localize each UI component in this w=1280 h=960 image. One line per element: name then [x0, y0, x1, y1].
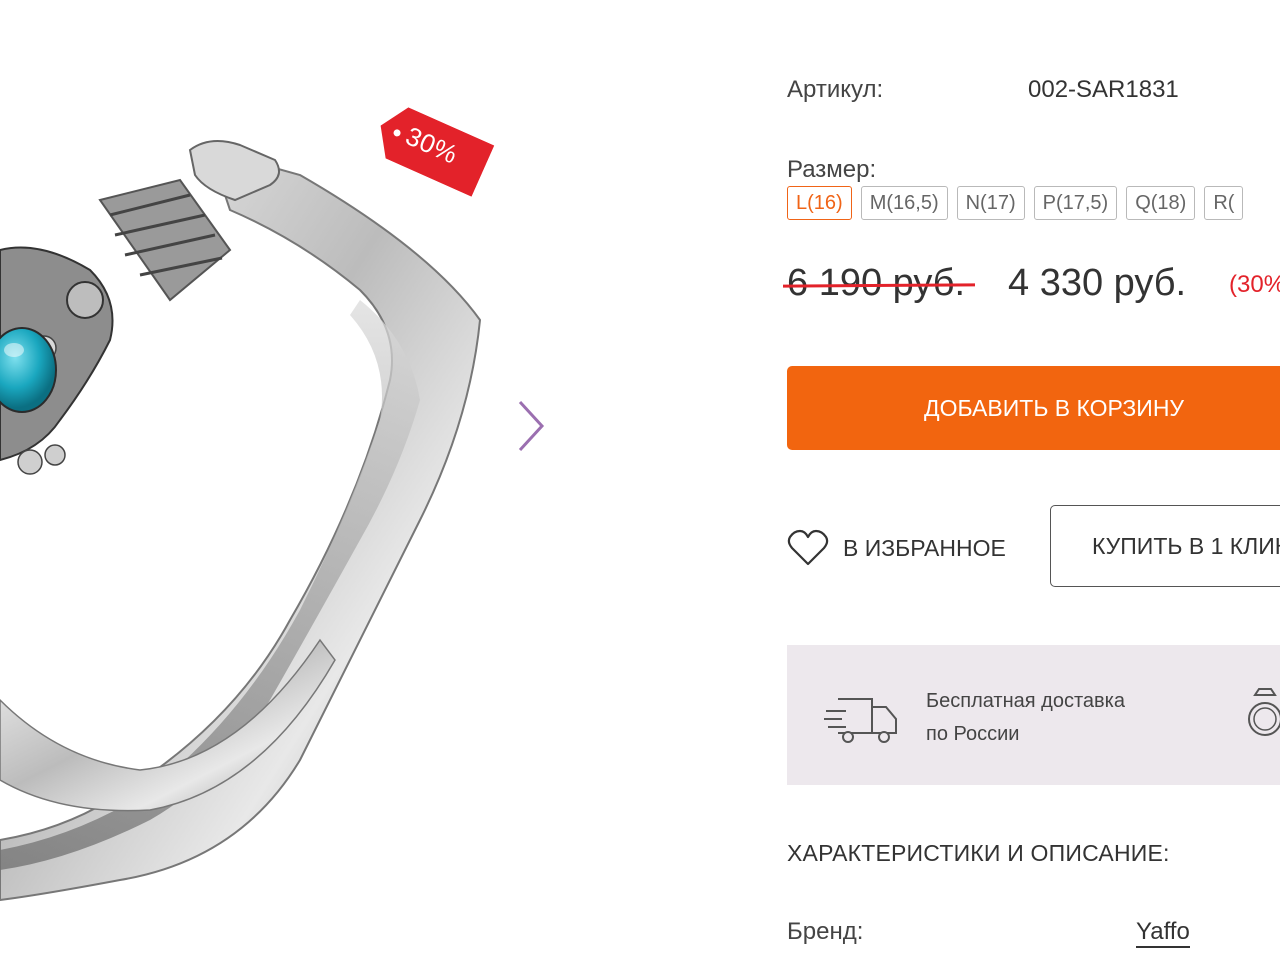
size-option[interactable]: P(17,5) [1033, 186, 1118, 220]
buy-one-click-button[interactable]: КУПИТЬ В 1 КЛИК [1050, 505, 1280, 587]
add-to-favorites-button[interactable]: В ИЗБРАННОЕ [787, 526, 1006, 570]
delivery-line-1: Бесплатная доставка [926, 690, 1125, 712]
ring-icon [1248, 688, 1280, 736]
size-option[interactable]: R( [1204, 186, 1244, 220]
product-image[interactable] [0, 0, 600, 960]
product-info: Артикул: 002-SAR1831 Размер: L(16) M(16,… [782, 0, 1280, 960]
brand-link[interactable]: Yaffo [1136, 918, 1190, 948]
sku-label: Артикул: [787, 76, 884, 103]
delivery-text: Бесплатная доставка по России [926, 685, 1125, 751]
size-option[interactable]: N(17) [956, 186, 1025, 220]
brand-label: Бренд: [787, 918, 864, 945]
favorites-label: В ИЗБРАННОЕ [843, 534, 1006, 561]
add-to-cart-label: ДОБАВИТЬ В КОРЗИНУ [924, 395, 1185, 421]
truck-icon [824, 698, 897, 743]
next-image-button[interactable] [512, 396, 552, 456]
delivery-banner: Бесплатная доставка по России [787, 645, 1280, 785]
product-gallery: 30% [0, 0, 760, 960]
add-to-cart-button[interactable]: ДОБАВИТЬ В КОРЗИНУ [787, 366, 1280, 450]
size-selector: L(16) M(16,5) N(17) P(17,5) Q(18) R( [787, 186, 1244, 220]
new-price: 4 330 руб. [1008, 262, 1187, 304]
sku-value: 002-SAR1831 [1028, 76, 1179, 103]
specs-title: ХАРАКТЕРИСТИКИ И ОПИСАНИЕ: [787, 840, 1170, 866]
heart-icon [787, 529, 829, 566]
size-label: Размер: [787, 156, 877, 183]
delivery-line-2: по России [926, 723, 1020, 745]
buy-one-click-label: КУПИТЬ В 1 КЛИК [1092, 533, 1280, 559]
product-page: 30% Артикул: 002-SAR1831 Размер: L(16) M… [0, 0, 1280, 960]
chevron-right-icon [518, 400, 545, 452]
old-price: 6 190 руб. [782, 262, 976, 305]
size-option[interactable]: M(16,5) [860, 186, 948, 220]
size-option[interactable]: L(16) [787, 186, 852, 220]
discount-percent: (30% [1229, 271, 1280, 298]
size-option[interactable]: Q(18) [1126, 186, 1196, 220]
